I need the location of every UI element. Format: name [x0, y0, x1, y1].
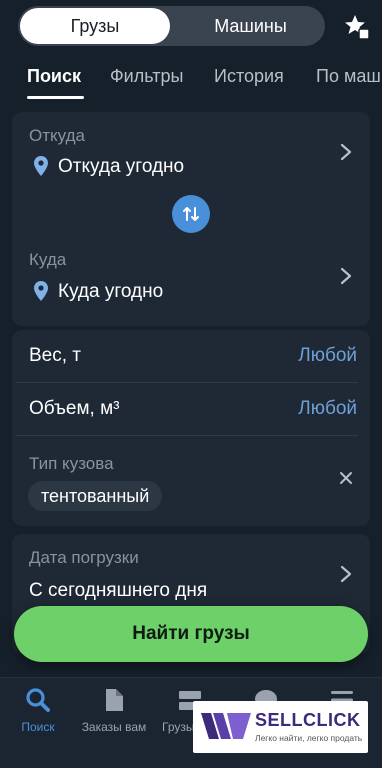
weight-value[interactable]: Любой: [298, 345, 357, 367]
segment-vehicles[interactable]: Машины: [178, 8, 323, 44]
loading-date-label: Дата погрузки: [29, 548, 139, 567]
document-icon: [106, 689, 123, 711]
body-type-chip[interactable]: тентованный: [28, 481, 163, 511]
swap-arrows-icon: [183, 207, 199, 221]
clear-body-type-icon[interactable]: [338, 470, 354, 486]
from-field[interactable]: Откуда угодно: [12, 120, 370, 190]
volume-value[interactable]: Любой: [298, 398, 357, 420]
chevron-right-icon: [340, 143, 352, 161]
weight-row[interactable]: Вес, т Любой: [12, 330, 370, 382]
volume-row[interactable]: Объем, м³ Любой: [12, 383, 370, 435]
star-box-icon: [345, 15, 370, 40]
nav-search-label: Поиск: [21, 720, 55, 734]
search-icon: [26, 688, 50, 712]
find-cargo-button[interactable]: Найти грузы: [14, 606, 368, 662]
watermark-subtitle: Легко найти, легко продать: [255, 733, 363, 743]
watermark-title: SELLCLICK: [255, 710, 361, 730]
sellclick-watermark: SELLCLICK Легко найти, легко продать: [193, 701, 368, 753]
segment-cargo[interactable]: Грузы: [20, 8, 170, 44]
cargo-vehicle-switch: Грузы Машины: [18, 6, 325, 46]
to-field[interactable]: Куда угодно: [12, 244, 370, 314]
weight-label: Вес, т: [29, 345, 81, 366]
tab-by-vehicle[interactable]: По маш: [316, 66, 381, 87]
nav-search[interactable]: Поиск: [0, 678, 76, 748]
active-tab-indicator: [27, 96, 84, 99]
location-pin-icon: [34, 281, 48, 301]
nav-orders[interactable]: Заказы вам: [76, 678, 152, 748]
chevron-right-icon: [340, 565, 352, 583]
tab-filters[interactable]: Фильтры: [110, 66, 183, 87]
chevron-right-icon: [340, 267, 352, 285]
body-type-label: Тип кузова: [29, 454, 114, 473]
divider: [16, 435, 358, 436]
loading-date-value: С сегодняшнего дня: [29, 580, 208, 601]
favorites-button[interactable]: [342, 12, 372, 42]
nav-orders-label: Заказы вам: [81, 720, 147, 734]
tab-search[interactable]: Поиск: [27, 66, 81, 87]
sellclick-logo-icon: [201, 713, 251, 739]
loading-date-field[interactable]: Дата погрузки С сегодняшнего дня: [12, 540, 370, 606]
swap-route-button[interactable]: [172, 195, 210, 233]
to-value: Куда угодно: [58, 281, 164, 302]
volume-label: Объем, м³: [29, 398, 120, 419]
tab-history[interactable]: История: [214, 66, 284, 87]
location-pin-icon: [34, 156, 48, 176]
from-value: Откуда угодно: [58, 156, 185, 177]
